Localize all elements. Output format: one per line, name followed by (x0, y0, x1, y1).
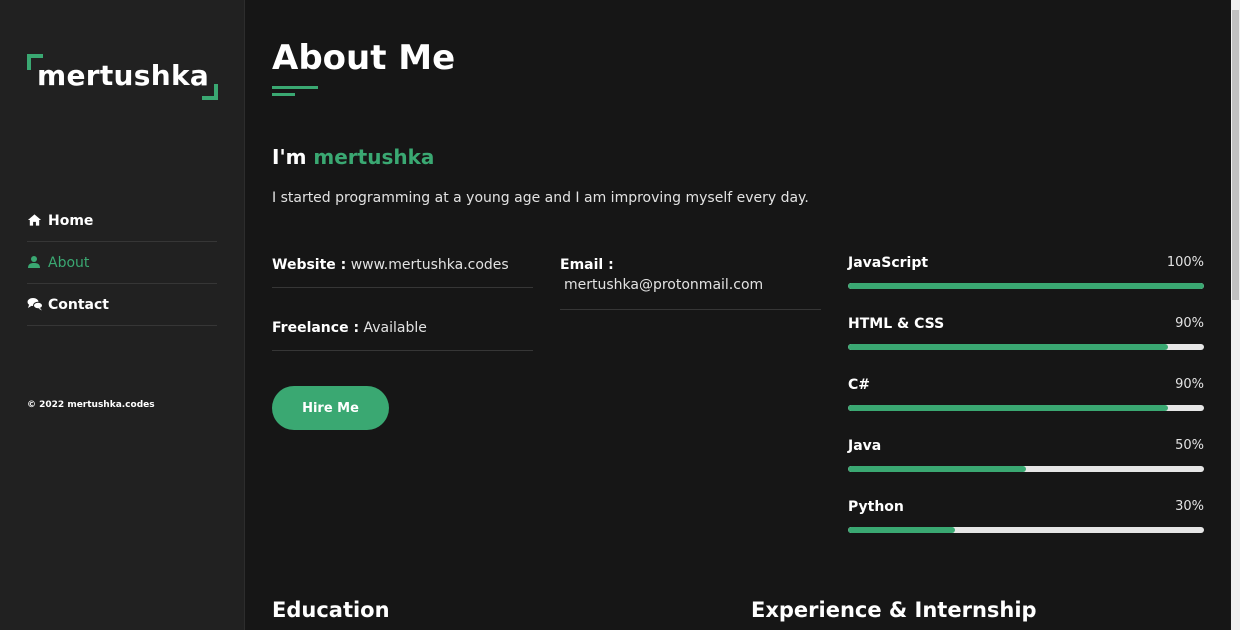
skill-bar-fill (848, 344, 1169, 350)
nav-label-home: Home (48, 212, 94, 229)
skill-percent: 90% (1175, 316, 1204, 331)
freelance-value: Available (363, 320, 427, 336)
nav-item-contact[interactable]: Contact (27, 284, 217, 326)
nav-label-about: About (48, 254, 90, 271)
skill-percent: 50% (1175, 438, 1204, 453)
skill-bar-fill (848, 283, 1204, 289)
skill-name: Java (848, 438, 882, 454)
experience-heading: Experience & Internship (751, 598, 1037, 622)
education-heading: Education (272, 598, 390, 622)
skill-bar (848, 283, 1204, 289)
skill-percent: 100% (1166, 255, 1204, 270)
skill-bar (848, 466, 1204, 472)
skill-name: C# (848, 377, 871, 393)
skill-percent: 30% (1175, 499, 1204, 514)
intro-text: I started programming at a young age and… (272, 190, 809, 206)
user-icon (27, 255, 43, 271)
skill-python: Python 30% (848, 499, 1204, 560)
sidebar: mertushka Home About Contact © 2022 mert… (0, 0, 245, 630)
skill-bar-fill (848, 466, 1026, 472)
scrollbar[interactable] (1231, 0, 1240, 630)
skill-java: Java 50% (848, 438, 1204, 499)
freelance-label: Freelance : (272, 320, 360, 336)
hire-me-button[interactable]: Hire Me (272, 386, 389, 430)
scrollbar-thumb[interactable] (1232, 10, 1239, 300)
logo-corner-bottom-right (202, 84, 218, 100)
page-title: About Me (272, 38, 456, 78)
skill-bar (848, 405, 1204, 411)
website-label: Website : (272, 257, 347, 273)
app: mertushka Home About Contact © 2022 mert… (0, 0, 1240, 630)
info-freelance: Freelance : Available (272, 320, 533, 351)
chat-icon (27, 297, 43, 313)
nav-item-about[interactable]: About (27, 242, 217, 284)
copyright: © 2022 mertushka.codes (27, 400, 155, 410)
intro-heading: I'm mertushka (272, 145, 434, 169)
skills-list: JavaScript 100% HTML & CSS 90% C# 90% Ja… (848, 255, 1204, 560)
skill-bar (848, 527, 1204, 533)
home-icon (27, 213, 43, 229)
skill-bar-fill (848, 527, 955, 533)
skill-name: Python (848, 499, 904, 515)
intro-prefix: I'm (272, 145, 307, 169)
skill-html-css: HTML & CSS 90% (848, 316, 1204, 377)
skill-bar (848, 344, 1204, 350)
logo[interactable]: mertushka (27, 54, 218, 100)
email-label: Email : (560, 257, 614, 273)
skill-bar-fill (848, 405, 1169, 411)
skill-javascript: JavaScript 100% (848, 255, 1204, 316)
skill-percent: 90% (1175, 377, 1204, 392)
intro-name: mertushka (313, 145, 435, 169)
logo-text: mertushka (37, 59, 210, 92)
info-email: Email : mertushka@protonmail.com (560, 257, 821, 310)
info-website: Website : www.mertushka.codes (272, 257, 533, 288)
title-underline (272, 86, 318, 89)
email-value[interactable]: mertushka@protonmail.com (560, 277, 821, 293)
nav-label-contact: Contact (48, 296, 109, 313)
main-content: About Me I'm mertushka I started program… (245, 0, 1231, 630)
sidebar-nav: Home About Contact (27, 200, 217, 326)
website-value[interactable]: www.mertushka.codes (351, 257, 509, 273)
skill-name: HTML & CSS (848, 316, 945, 332)
skill-name: JavaScript (848, 255, 929, 271)
skill-csharp: C# 90% (848, 377, 1204, 438)
nav-item-home[interactable]: Home (27, 200, 217, 242)
title-underline-short (272, 93, 295, 96)
